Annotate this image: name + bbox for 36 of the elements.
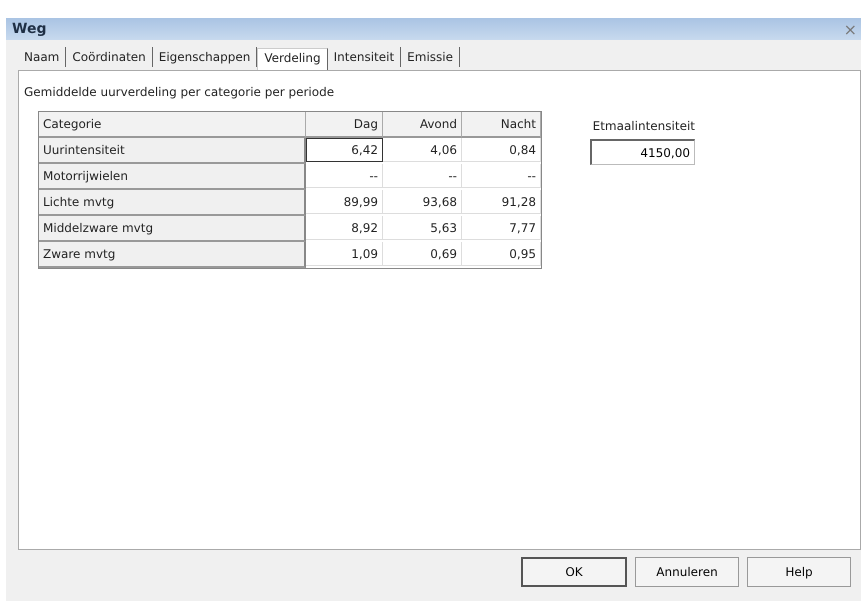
table-cell[interactable]: 0,95	[462, 242, 541, 266]
tab[interactable]: Verdeling	[257, 48, 328, 71]
section-heading: Gemiddelde uurverdeling per categorie per periode	[24, 85, 336, 99]
dialog-button[interactable]: OK	[521, 557, 627, 587]
table-cell[interactable]: 91,28	[462, 190, 541, 214]
table-cell[interactable]: 1,09	[306, 242, 383, 266]
table-cell[interactable]: 7,77	[462, 216, 541, 240]
column-header: Avond	[383, 112, 462, 138]
row-header: Zware mvtg	[39, 242, 306, 268]
table-cell[interactable]: 93,68	[383, 190, 462, 214]
row-header: Uurintensiteit	[39, 138, 306, 164]
table-cell[interactable]: 0,84	[462, 138, 541, 162]
row-header: Middelzware mvtg	[39, 216, 306, 242]
table-cell[interactable]: --	[306, 164, 383, 188]
tab[interactable]: Intensiteit	[328, 47, 402, 67]
field-label: Etmaalintensiteit	[592, 119, 695, 133]
window-title: Weg	[12, 21, 46, 37]
table-cell[interactable]: 8,92	[306, 216, 383, 240]
column-header: Nacht	[462, 112, 541, 138]
dialog-button[interactable]: Help	[747, 557, 851, 587]
table-cell[interactable]: 6,42	[306, 138, 383, 162]
dialog-button[interactable]: Annuleren	[635, 557, 739, 587]
input-field[interactable]: 4150,00	[590, 139, 695, 165]
table-cell[interactable]: --	[462, 164, 541, 188]
table-cell[interactable]: 0,69	[383, 242, 462, 266]
table-cell[interactable]: 4,06	[383, 138, 462, 162]
tab[interactable]: Naam	[18, 47, 66, 67]
table-cell[interactable]: 89,99	[306, 190, 383, 214]
tab[interactable]: Emissie	[401, 47, 460, 67]
row-header: Lichte mvtg	[39, 190, 306, 216]
table-cell[interactable]: --	[383, 164, 462, 188]
column-header: Categorie	[39, 112, 306, 138]
row-header: Motorrijwielen	[39, 164, 306, 190]
column-header: Dag	[306, 112, 383, 138]
tab[interactable]: Coördinaten	[66, 47, 153, 67]
table-cell[interactable]: 5,63	[383, 216, 462, 240]
